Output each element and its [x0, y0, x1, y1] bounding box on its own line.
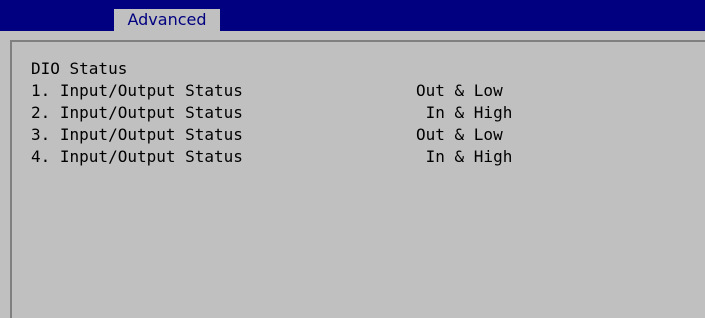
- section-title: DIO Status: [31, 59, 128, 78]
- dio-row-1-value: Out & Low: [416, 81, 503, 100]
- dio-row-4-value: In & High: [416, 147, 513, 166]
- bios-title-bar: [0, 0, 705, 31]
- dio-row-2-label: 2. Input/Output Status: [31, 103, 243, 122]
- dio-row-1-label: 1. Input/Output Status: [31, 81, 243, 100]
- header-separator: [0, 31, 705, 40]
- dio-row-2-value: In & High: [416, 103, 513, 122]
- dio-row-3-value: Out & Low: [416, 125, 503, 144]
- dio-row-3-label: 3. Input/Output Status: [31, 125, 243, 144]
- dio-row-4-label: 4. Input/Output Status: [31, 147, 243, 166]
- tab-advanced[interactable]: Advanced: [114, 9, 220, 31]
